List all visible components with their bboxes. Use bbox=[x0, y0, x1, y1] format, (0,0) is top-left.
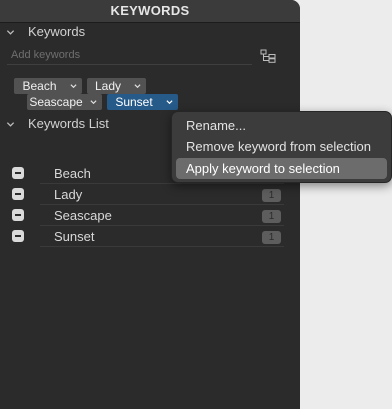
keywords-section-title: Keywords bbox=[28, 24, 86, 39]
keyword-tree-icon[interactable] bbox=[260, 49, 280, 64]
list-item[interactable]: Seascape 1 bbox=[0, 205, 300, 226]
panel-title: KEYWORDS bbox=[0, 0, 300, 23]
list-item-label: Beach bbox=[54, 166, 91, 181]
count-badge: 1 bbox=[262, 189, 281, 202]
chevron-down-icon[interactable] bbox=[70, 83, 77, 89]
checkbox-minus-icon[interactable] bbox=[12, 188, 24, 200]
keyword-tag-seascape[interactable]: Seascape bbox=[27, 94, 102, 110]
chevron-down-icon[interactable] bbox=[166, 99, 173, 105]
divider bbox=[40, 246, 284, 247]
chevron-down-icon bbox=[6, 30, 15, 35]
checkbox-minus-icon[interactable] bbox=[12, 230, 24, 242]
checkbox-minus-icon[interactable] bbox=[12, 167, 24, 179]
menu-item-rename[interactable]: Rename... bbox=[176, 115, 387, 136]
chevron-down-icon[interactable] bbox=[134, 83, 141, 89]
add-keywords-input[interactable] bbox=[7, 45, 252, 65]
menu-item-apply-keyword[interactable]: Apply keyword to selection bbox=[176, 158, 387, 179]
checkbox-minus-icon[interactable] bbox=[12, 209, 24, 221]
keywords-section-header[interactable]: Keywords bbox=[0, 22, 300, 42]
list-item-label: Sunset bbox=[54, 229, 95, 244]
chevron-down-icon[interactable] bbox=[90, 99, 97, 105]
keyword-tag-lady[interactable]: Lady bbox=[87, 78, 146, 94]
menu-item-remove-keyword[interactable]: Remove keyword from selection bbox=[176, 136, 387, 157]
keywords-panel: KEYWORDS Keywords Beach Lady Seascape Su… bbox=[0, 0, 300, 409]
keyword-tag-beach[interactable]: Beach bbox=[14, 78, 82, 94]
count-badge: 1 bbox=[262, 210, 281, 223]
keyword-tag-sunset[interactable]: Sunset bbox=[107, 94, 178, 110]
list-item[interactable]: Sunset 1 bbox=[0, 226, 300, 247]
count-badge: 1 bbox=[262, 231, 281, 244]
list-item[interactable]: Lady 1 bbox=[0, 184, 300, 205]
list-item-label: Seascape bbox=[54, 208, 112, 223]
keywords-list-section-title: Keywords List bbox=[28, 116, 109, 131]
keyword-context-menu: Rename... Remove keyword from selection … bbox=[171, 111, 392, 183]
list-item-label: Lady bbox=[54, 187, 83, 202]
chevron-down-icon bbox=[6, 122, 15, 127]
